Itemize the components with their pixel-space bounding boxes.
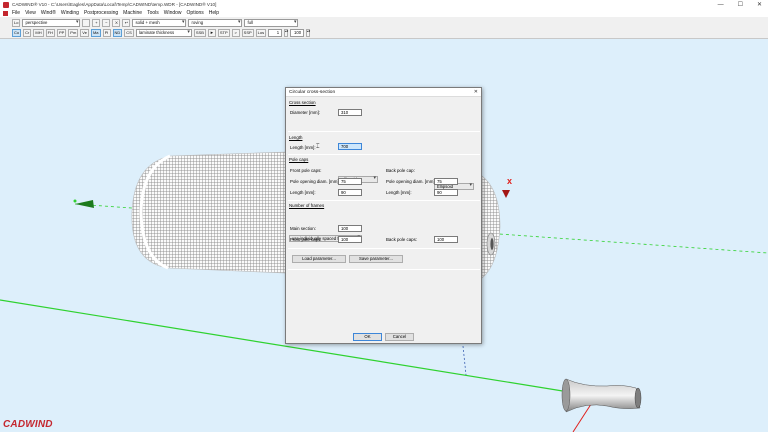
play-button[interactable]: ▸ (207, 29, 216, 37)
frames-front-label: Front pole caps: (290, 237, 322, 242)
tool-button-pm[interactable]: Pm (68, 29, 79, 37)
load-parameter-button[interactable]: Load parameter... (292, 255, 346, 263)
ok-button[interactable]: OK (353, 333, 382, 341)
front-opening-input[interactable]: 75 (338, 178, 362, 185)
front-pole-cap-label: Front pole caps: (290, 168, 322, 173)
length-input[interactable]: 700 (338, 143, 362, 150)
circular-cross-section-dialog: Circular cross-section ✕ Cross section D… (285, 87, 482, 344)
divider (288, 154, 480, 155)
ssp-button[interactable]: SSP (241, 29, 254, 37)
length-label: Length [mm]: (290, 145, 316, 150)
percent-spinner[interactable]: ▴▾ (306, 29, 310, 37)
ssb-button[interactable]: SSB (193, 29, 206, 37)
menu-tools[interactable]: Tools (147, 10, 159, 16)
render-mode-select[interactable]: solid + mesh (132, 18, 187, 27)
main-section-label: Main section: (290, 226, 316, 231)
display-mode-select[interactable]: roving (188, 18, 243, 27)
mandrel-body (131, 151, 287, 274)
back-opening-label: Pole opening diam. [mm]: (386, 179, 436, 184)
menu-postprocessing[interactable]: Postprocessing (84, 10, 118, 16)
tool-button-ve[interactable]: Ve (80, 29, 89, 37)
menu-file[interactable]: File (12, 10, 20, 16)
tool-button-cs[interactable]: CS (124, 29, 134, 37)
cursor-icon: ⌶ (316, 144, 320, 150)
divider (288, 269, 480, 270)
menu-bar: File View Wind® Winding Postprocessing M… (0, 9, 768, 17)
x-button[interactable]: X (112, 18, 121, 27)
mandrel-pole-cap (481, 175, 501, 279)
close-icon[interactable]: ✕ (757, 1, 762, 8)
divider (288, 200, 480, 201)
range-select[interactable]: full (244, 18, 299, 27)
tool-button-pp[interactable]: PP (56, 29, 67, 37)
percent-input[interactable]: 100 (290, 29, 305, 37)
menu-machine[interactable]: Machine (123, 10, 142, 16)
frames-heading: Number of frames (289, 203, 325, 208)
undo-view-button[interactable]: ↩ (122, 18, 131, 27)
tool-button-mh[interactable]: MH (33, 29, 44, 37)
green-cone-marker (75, 200, 94, 208)
menu-help[interactable]: Help (209, 10, 219, 16)
divider (288, 131, 480, 132)
red-cone-marker (502, 190, 510, 198)
front-length-label: Length [mm]: (290, 190, 316, 195)
menu-window[interactable]: Window (164, 10, 182, 16)
front-opening-label: Pole opening diam. [mm]: (290, 179, 340, 184)
menu-options[interactable]: Options (187, 10, 204, 16)
window-controls: — ☐ ✕ (718, 0, 762, 9)
view-select[interactable]: perspective (22, 18, 81, 27)
menu-wind[interactable]: Wind® (41, 10, 56, 16)
tool-button-pl[interactable]: Pl (102, 29, 111, 37)
step-spinner[interactable]: ▴▾ (284, 29, 288, 37)
minus-button[interactable]: - (82, 18, 91, 27)
tool-button-nd[interactable]: ND (112, 29, 123, 37)
app-icon (3, 1, 9, 8)
tool-button-ma[interactable]: Ma (90, 29, 101, 37)
zoom-out-button[interactable]: − (102, 18, 111, 27)
back-length-label: Length [mm]: (386, 190, 412, 195)
maximize-icon[interactable]: ☐ (738, 1, 743, 8)
back-opening-input[interactable]: 75 (434, 178, 458, 185)
diameter-input[interactable]: 310 (338, 109, 362, 116)
window-title: CADWIND® V10 - C:\Users\Eagles\AppData\L… (12, 2, 217, 7)
cancel-button[interactable]: Cancel (385, 333, 414, 341)
zoom-in-button[interactable]: + (92, 18, 101, 27)
save-parameter-button[interactable]: Save parameter... (349, 255, 403, 263)
svg-text:x: x (507, 176, 512, 186)
frames-back-input[interactable]: 100 (434, 236, 458, 243)
vertical-axis-dashed (462, 345, 467, 376)
back-pole-cap-label: Back pole cap: (386, 168, 415, 173)
cadwind-logo: CADWIND (3, 419, 53, 430)
main-section-input[interactable]: 100 (338, 225, 362, 232)
next-button[interactable]: > (231, 29, 240, 37)
toolbar-analysis: Co Cr MH FH PP Pm Ve Ma Pl ND CS laminat… (0, 28, 768, 39)
frames-back-label: Back pole caps: (386, 237, 417, 242)
menu-view[interactable]: View (25, 10, 36, 16)
tool-button-cr[interactable]: Cr (23, 29, 32, 37)
stp-button[interactable]: STP (217, 29, 230, 37)
diameter-label: Diameter [mm]: (290, 110, 321, 115)
tool-button-co[interactable]: Co (12, 29, 22, 37)
front-length-input[interactable]: 90 (338, 189, 362, 196)
back-length-input[interactable]: 90 (434, 189, 458, 196)
toolbar-view: Lo perspective - + − X ↩ solid + mesh ro… (0, 17, 768, 28)
thickness-select[interactable]: laminate thickness (135, 29, 192, 37)
tool-button-fh[interactable]: FH (45, 29, 55, 37)
title-bar: CADWIND® V10 - C:\Users\Eagles\AppData\L… (0, 0, 768, 9)
pole-caps-heading: Pole caps (289, 157, 309, 162)
document-icon[interactable] (3, 10, 8, 16)
dialog-close-icon[interactable]: ✕ (474, 88, 478, 97)
minimize-icon[interactable]: — (718, 2, 724, 8)
menu-winding[interactable]: Winding (61, 10, 79, 16)
spool-object (565, 378, 641, 413)
los-button[interactable]: Los (255, 29, 267, 37)
dialog-titlebar: Circular cross-section ✕ (286, 88, 481, 97)
length-heading: Length (289, 135, 303, 140)
step-input[interactable]: 1 (268, 29, 283, 37)
frames-front-input[interactable]: 100 (338, 236, 362, 243)
dialog-title: Circular cross-section (289, 90, 336, 95)
lo-button[interactable]: Lo (12, 18, 21, 27)
divider (288, 248, 480, 249)
cross-section-heading: Cross section (289, 100, 316, 105)
